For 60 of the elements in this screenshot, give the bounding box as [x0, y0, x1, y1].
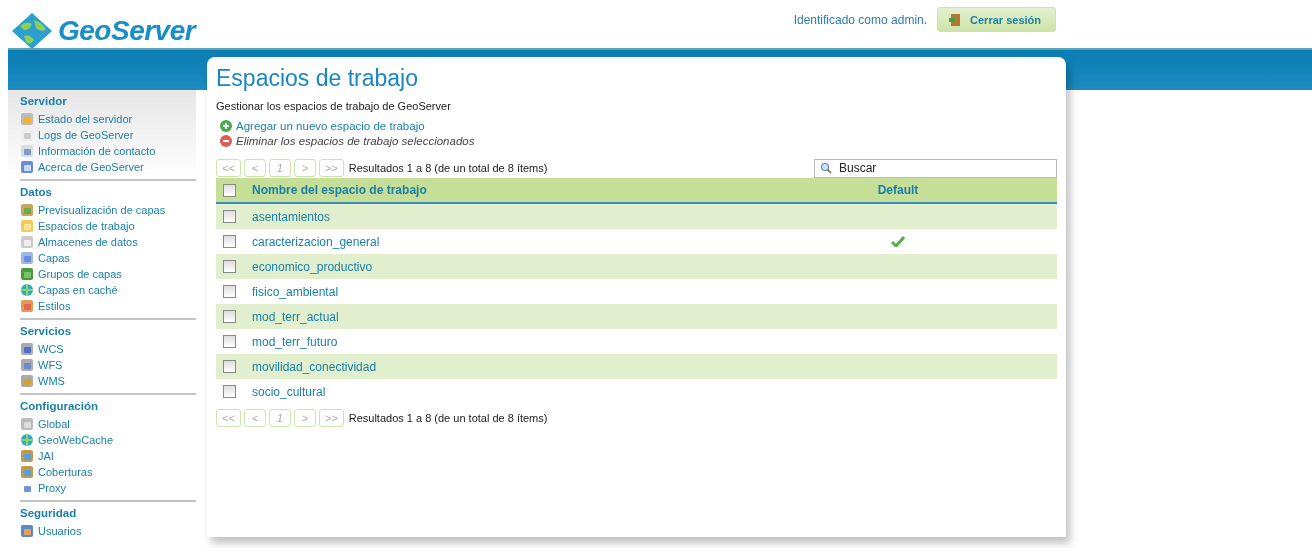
- sidebar-heading: Servicios: [20, 325, 73, 337]
- sidebar-heading: Servidor: [20, 95, 68, 107]
- workspace-link[interactable]: caracterizacion_general: [252, 234, 380, 249]
- select-all-checkbox[interactable]: [223, 183, 236, 197]
- row-checkbox[interactable]: [223, 360, 236, 373]
- workspace-link[interactable]: socio_cultural: [252, 384, 326, 399]
- sidebar-item[interactable]: WCS: [20, 341, 196, 357]
- sidebar-item[interactable]: Coberturas: [20, 464, 196, 480]
- workspace-link[interactable]: movilidad_conectividad: [252, 359, 377, 374]
- sidebar-item[interactable]: Capas en caché: [20, 282, 196, 298]
- sidebar-item[interactable]: JAI: [20, 448, 196, 464]
- globe-icon: [20, 433, 34, 447]
- add-link[interactable]: Agregar un nuevo espacio de trabajo: [216, 118, 1057, 133]
- page-description: Gestionar los espacios de trabajo de GeoServer: [216, 100, 452, 112]
- workspace-link[interactable]: mod_terr_futuro: [252, 334, 338, 349]
- sidebar-heading: Seguridad: [20, 507, 78, 519]
- sidebar-item[interactable]: GeoWebCache: [20, 432, 196, 448]
- globe-logo-icon: [10, 12, 54, 50]
- workspace-link[interactable]: mod_terr_actual: [252, 309, 339, 324]
- row-checkbox[interactable]: [223, 335, 236, 348]
- sidebar-item[interactable]: WMS: [20, 373, 196, 389]
- sidebar-item[interactable]: Almacenes de datos: [20, 234, 196, 250]
- results-summary: Resultados 1 a 8 (de un total de 8 ítems): [348, 162, 548, 174]
- page-title: Espacios de trabajo: [216, 65, 419, 92]
- sidebar-item[interactable]: Acerca de GeoServer: [20, 159, 196, 175]
- plus-icon: [220, 119, 232, 132]
- sidebar-item[interactable]: Previsualización de capas: [20, 202, 196, 218]
- globe-icon: [20, 283, 34, 297]
- logo-text: GeoServer: [58, 15, 196, 47]
- sidebar-item[interactable]: Proxy: [20, 480, 196, 496]
- sidebar-item[interactable]: Global: [20, 416, 196, 432]
- sidebar-item[interactable]: Logs de GeoServer: [20, 127, 196, 143]
- column-header[interactable]: Default: [877, 183, 919, 197]
- sidebar-item[interactable]: Información de contacto: [20, 143, 196, 159]
- sidebar-item[interactable]: Grupos de capas: [20, 266, 196, 282]
- sidebar-item[interactable]: Capas: [20, 250, 196, 266]
- sidebar-heading: Configuración: [20, 400, 99, 412]
- sidebar-item[interactable]: Espacios de trabajo: [20, 218, 196, 234]
- sidebar-heading: Datos: [20, 186, 53, 198]
- row-checkbox[interactable]: [223, 385, 236, 398]
- minus-icon: [220, 134, 232, 147]
- door-icon: [948, 12, 963, 27]
- logout-button[interactable]: Cerrar sesión: [937, 7, 1056, 32]
- search-icon: [820, 161, 832, 174]
- workspace-link[interactable]: economico_productivo: [252, 259, 373, 274]
- sidebar-item[interactable]: Estado del servidor: [20, 111, 196, 127]
- search-field[interactable]: Buscar: [814, 158, 1057, 178]
- row-checkbox[interactable]: [223, 310, 236, 323]
- row-checkbox[interactable]: [223, 285, 236, 298]
- workspace-link[interactable]: asentamientos: [252, 209, 331, 224]
- user-status: Identificado como admin.: [793, 12, 928, 27]
- workspace-link[interactable]: fisico_ambiental: [252, 284, 339, 299]
- row-checkbox[interactable]: [223, 210, 236, 223]
- results-summary: Resultados 1 a 8 (de un total de 8 ítems): [348, 412, 548, 424]
- column-header[interactable]: Nombre del espacio de trabajo: [252, 183, 427, 197]
- sidebar-item[interactable]: WFS: [20, 357, 196, 373]
- row-checkbox[interactable]: [223, 235, 236, 248]
- sidebar-item[interactable]: Usuarios: [20, 523, 196, 539]
- row-checkbox[interactable]: [223, 260, 236, 273]
- sidebar-item[interactable]: Estilos: [20, 298, 196, 314]
